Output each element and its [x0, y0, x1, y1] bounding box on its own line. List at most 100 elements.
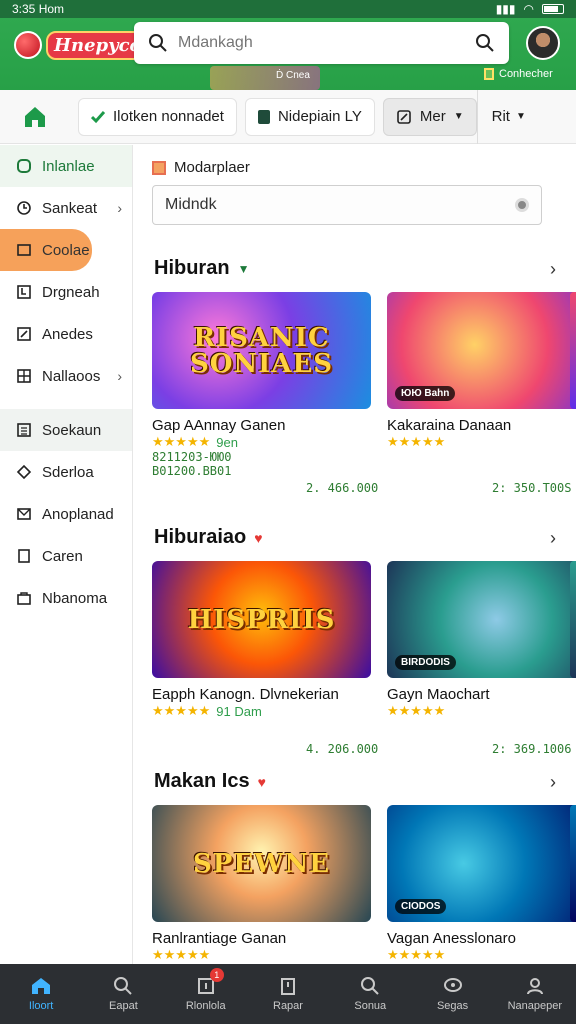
sidebar-item-label: Drgneah — [42, 283, 100, 301]
status-bar: 3:35 Hom ▮▮▮ ◠ — [0, 0, 576, 18]
bottom-nav-label: Rapar — [273, 1000, 303, 1012]
sidebar-item-label: Inlanlae — [42, 157, 95, 175]
section-title: Makan Ics ♥ — [154, 770, 266, 793]
chevron-down-icon: ▼ — [453, 111, 464, 122]
star-icons: ★★★★★ — [387, 947, 446, 962]
game-title: Vagan Anesslonaro — [387, 930, 516, 947]
section-title: Hiburan ▼ — [154, 257, 249, 280]
game-card[interactable]: RISANIC SONIAES Gap AAnnay Ganen ★★★★★ 9… — [152, 292, 371, 478]
promo-label: Modarplaer — [152, 159, 250, 176]
section-more-arrow[interactable]: › — [550, 528, 556, 549]
rating-stars: ★★★★★ 9en — [152, 434, 371, 450]
rating-stars: ★★★★★ — [387, 947, 576, 963]
sidebar-item-sankeat[interactable]: Sankeat › — [0, 187, 132, 229]
square-icon — [257, 109, 270, 124]
rating-stars: ★★★★★ 91 Dam — [152, 703, 371, 719]
notification-badge: 1 — [209, 968, 224, 982]
star-icons: ★★★★★ — [387, 434, 446, 449]
section-title-text: Hiburan — [154, 257, 230, 279]
bottom-nav-reports[interactable]: Rapar — [247, 964, 329, 1024]
bottom-nav-label: Sonua — [354, 1000, 387, 1012]
bottom-nav-segas[interactable]: Segas — [411, 964, 493, 1024]
sidebar-item-anoplanad[interactable]: Anoplanad — [0, 493, 132, 535]
section-title: Hiburaiao ♥ — [154, 526, 263, 549]
bottom-nav-label: Eapat — [109, 1000, 138, 1012]
clock-icon — [16, 200, 32, 216]
home-button[interactable] — [0, 90, 70, 144]
sidebar-item-label: Nallaoos — [42, 367, 101, 385]
sidebar-item-inlanlae[interactable]: Inlanlae — [0, 145, 132, 187]
header-search[interactable] — [134, 22, 509, 64]
sidebar-item-anedes[interactable]: Anedes — [0, 313, 132, 355]
section-more-arrow[interactable]: › — [550, 772, 556, 793]
bottom-nav-sonua[interactable]: Sonua — [329, 964, 411, 1024]
section-more-arrow[interactable]: › — [550, 259, 556, 280]
sidebar-item-soekaun[interactable]: Soekaun — [0, 409, 132, 451]
nav-pill-rit[interactable]: Rit ▼ — [476, 89, 540, 144]
search-submit-icon[interactable] — [475, 33, 495, 53]
clipboard-icon — [280, 978, 295, 995]
profile-icon — [526, 978, 543, 995]
game-card[interactable]: SPEWNE Ranlrantiage Ganan ★★★★★ — [152, 805, 371, 963]
header-sub-left: Ḋ Cnea — [276, 70, 310, 81]
bottom-nav-home[interactable]: Iloort — [0, 964, 82, 1024]
section-title-text: Makan Ics — [154, 770, 250, 792]
header-search-input[interactable] — [178, 34, 475, 52]
main-search-field[interactable]: Midndk — [152, 185, 542, 225]
bottom-nav-label: Rlonlola — [185, 1000, 226, 1012]
top-nav: Ilotken nonnadet Nidepiain LY Mer ▼ Rit … — [0, 89, 576, 144]
nav-pill-more[interactable]: Mer ▼ — [382, 97, 477, 136]
battery-icon — [542, 4, 564, 14]
signal-icon: ▮▮▮ — [495, 2, 516, 16]
price-label: 2: 350.T00S — [492, 481, 572, 495]
nav-pill-1[interactable]: Ilotken nonnadet — [78, 97, 237, 136]
user-avatar[interactable] — [526, 26, 560, 60]
circle-icon — [16, 158, 32, 174]
promo-box-icon — [152, 160, 166, 175]
search-icon — [114, 977, 133, 995]
sidebar-item-coolae[interactable]: Coolae — [0, 229, 92, 271]
app-header: Hnepycop Ḋ Cnea Conhecher — [0, 18, 576, 90]
bottom-nav-label: Segas — [436, 1000, 469, 1012]
promo-label-text: Modarplaer — [174, 159, 250, 176]
game-card[interactable]: BIRDODIS Gayn Maochart ★★★★★ — [387, 561, 576, 719]
next-card-peek — [570, 561, 576, 678]
sidebar-item-label: Anoplanad — [42, 505, 114, 523]
bottom-nav-search[interactable]: Eapat — [82, 964, 164, 1024]
rating-stars: ★★★★★ — [152, 947, 371, 963]
thumbnail-badge: BIRDODIS — [395, 655, 456, 670]
sidebar-item-sderloa[interactable]: Sderloa — [0, 451, 132, 493]
clear-icon[interactable] — [515, 198, 529, 212]
game-card[interactable]: ЮЮ Bahn Kakaraina Danaan ★★★★★ — [387, 292, 576, 450]
game-card[interactable]: CIODOS Vagan Anesslonaro ★★★★★ — [387, 805, 576, 963]
arrow-box-icon — [16, 284, 32, 300]
rating-stars: ★★★★★ — [387, 434, 576, 450]
meta-line-2: B01200.BB01 — [152, 464, 232, 478]
sidebar-item-nbanoma[interactable]: Nbanoma — [0, 577, 132, 619]
box-icon — [16, 242, 32, 258]
bottom-nav-notifications[interactable]: 1 Rlonlola — [165, 964, 247, 1024]
sidebar-item-label: Sankeat — [42, 199, 98, 217]
bag-icon — [16, 590, 32, 606]
main-search-value: Midndk — [165, 196, 217, 213]
chevron-right-icon: › — [117, 368, 122, 384]
sidebar-item-label: Caren — [42, 547, 83, 565]
sidebar-item-nallaoos[interactable]: Nallaoos › — [0, 355, 132, 397]
thumbnail-title: RISANIC SONIAES — [189, 322, 334, 379]
game-thumbnail: RISANIC SONIAES — [152, 292, 371, 409]
star-icons: ★★★★★ — [152, 703, 211, 718]
grid-icon — [16, 368, 32, 384]
price-label: 4. 206.000 — [306, 742, 379, 756]
heart-icon: ♥ — [254, 529, 263, 546]
bottom-nav-profile[interactable]: Nanapeper — [494, 964, 576, 1024]
sidebar-item-caren[interactable]: Caren — [0, 535, 132, 577]
game-card[interactable]: HISPRIIS Eapph Kanogn. Dlvnekerian ★★★★★… — [152, 561, 371, 719]
sidebar-item-label: Nbanoma — [42, 589, 108, 607]
header-sub-right[interactable]: Conhecher — [484, 68, 553, 80]
thumbnail-badge: CIODOS — [395, 899, 447, 914]
sidebar-item-drgneah[interactable]: Drgneah — [0, 271, 132, 313]
badge-square-icon — [484, 68, 494, 80]
nav-pill-2[interactable]: Nidepiain LY — [244, 97, 375, 136]
price-label: 2: 369.1006 — [492, 742, 572, 756]
